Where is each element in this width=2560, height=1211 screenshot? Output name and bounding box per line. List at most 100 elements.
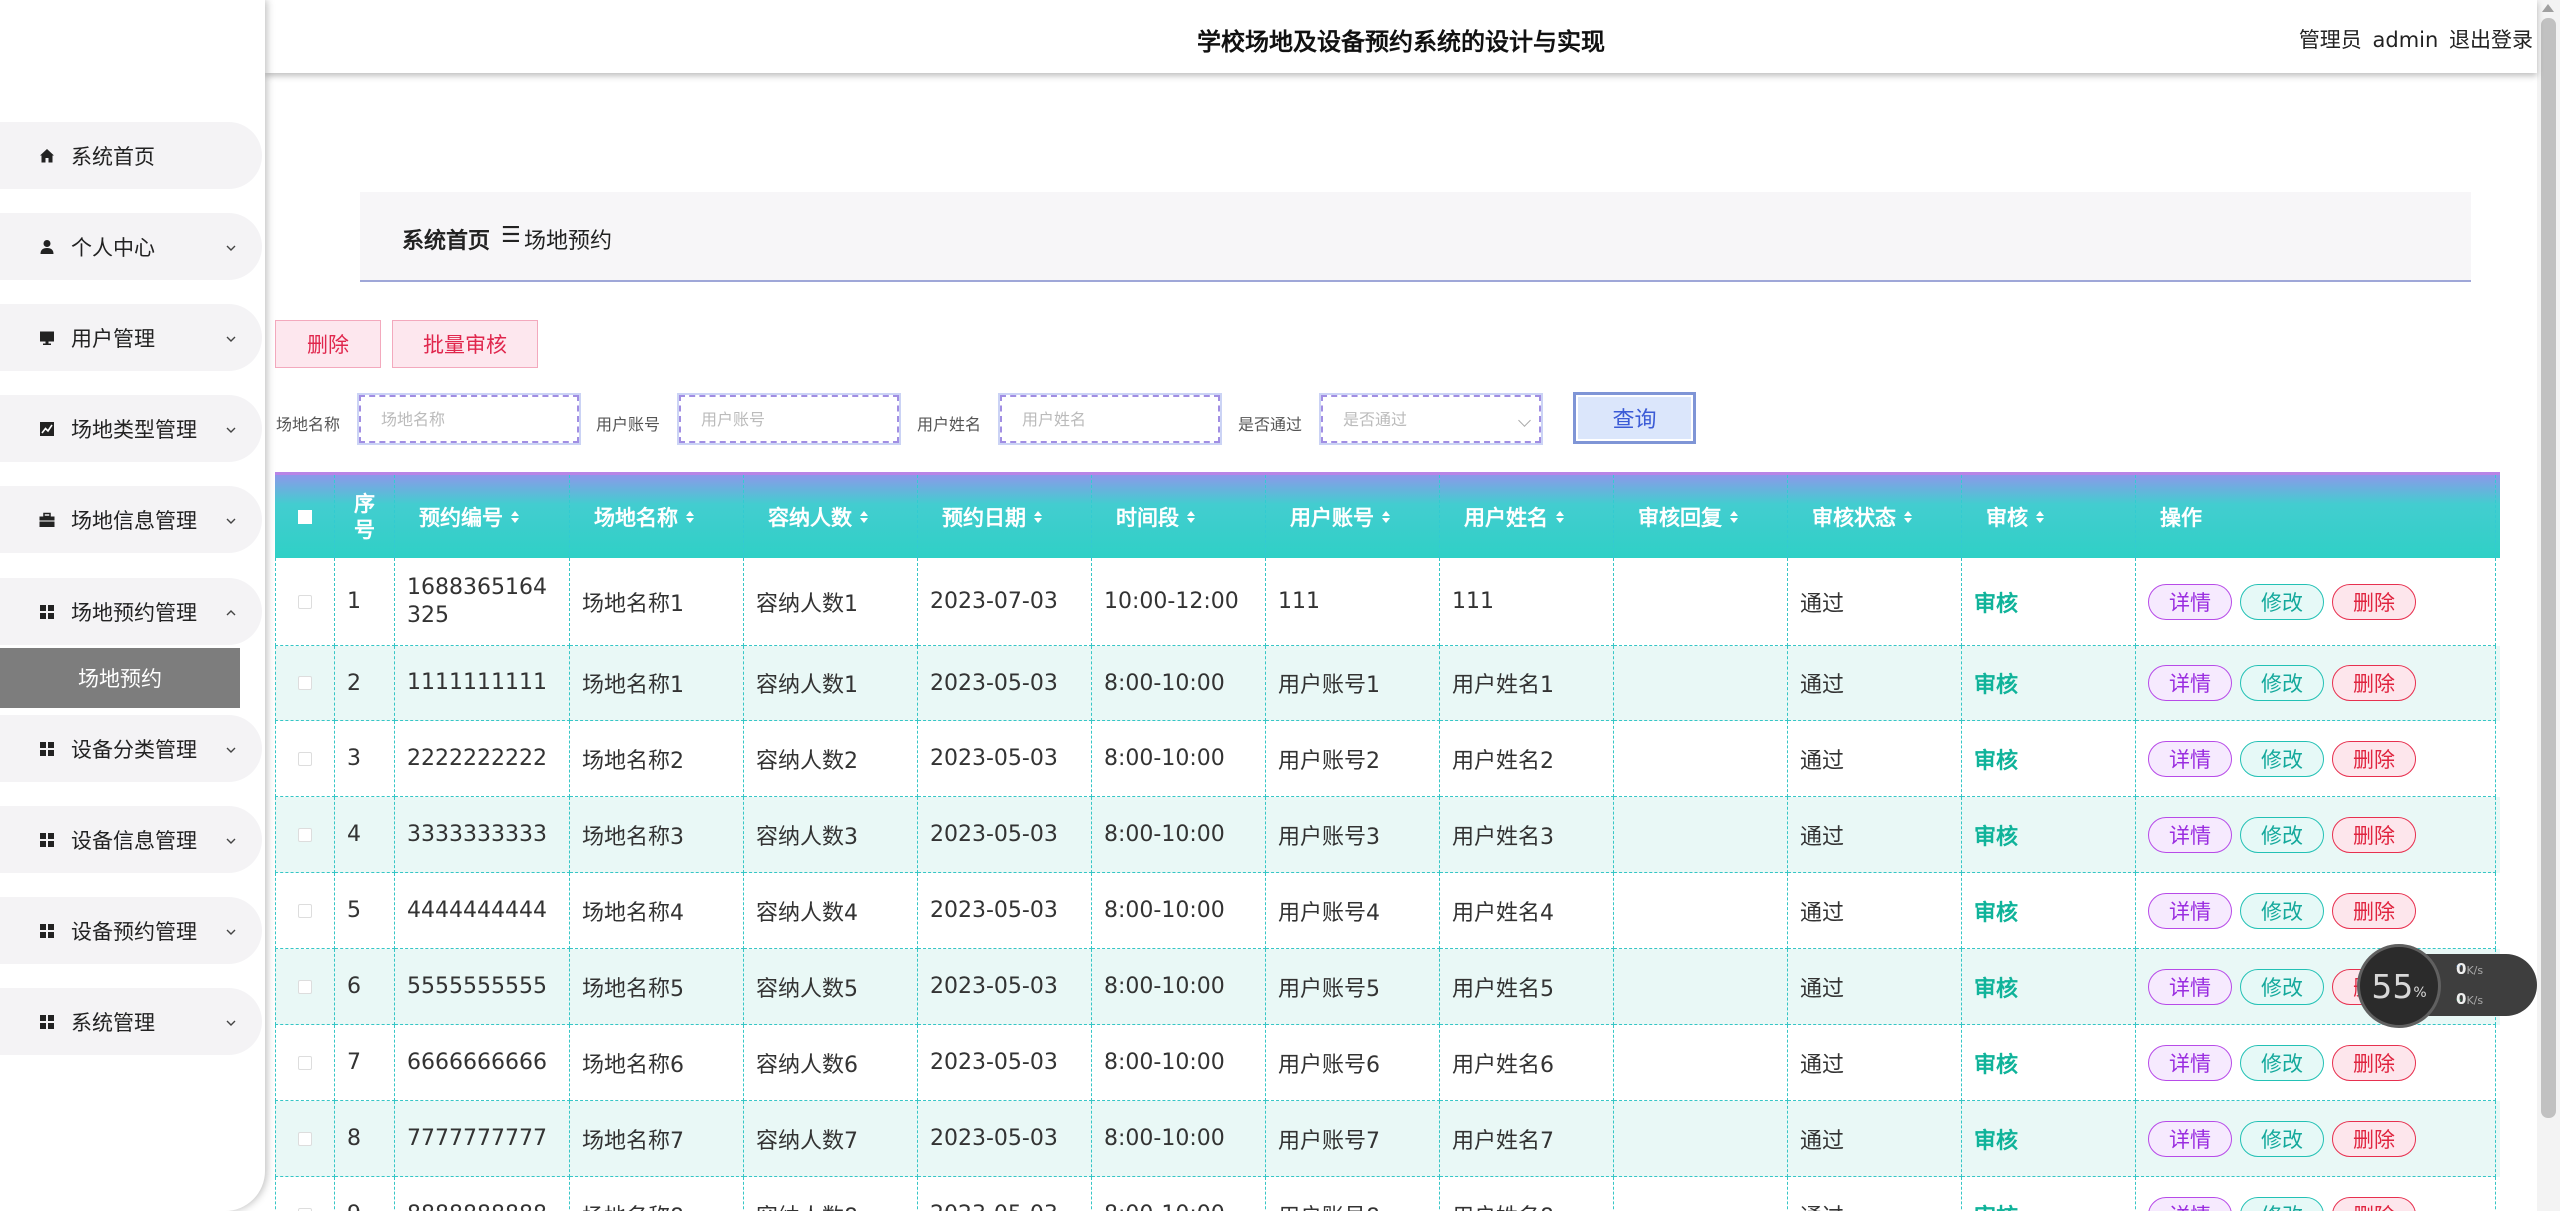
sort-icon[interactable] (1904, 510, 1912, 523)
row-checkbox[interactable] (298, 979, 312, 994)
audit-link[interactable]: 审核 (1974, 971, 2018, 1003)
edit-button[interactable]: 修改 (2240, 1044, 2324, 1081)
audit-link[interactable]: 审核 (1974, 1123, 2018, 1155)
audit-link[interactable]: 审核 (1974, 895, 2018, 927)
row-delete-button[interactable]: 删除 (2332, 1044, 2416, 1081)
row-delete-button[interactable]: 删除 (2332, 665, 2416, 701)
nav-device-category-management[interactable]: 设备分类管理 (0, 715, 262, 782)
nav-personal-center[interactable]: 个人中心 (0, 213, 262, 280)
nav-device-info-management[interactable]: 设备信息管理 (0, 806, 262, 873)
chevron-graphic (226, 518, 236, 524)
audit-link[interactable]: 审核 (1974, 1199, 2018, 1211)
detail-button[interactable]: 详情 (2148, 816, 2232, 853)
nav-user-management[interactable]: 用户管理 (0, 304, 262, 371)
row-checkbox[interactable] (298, 676, 312, 690)
logout-link[interactable]: 退出登录 (2449, 28, 2533, 52)
detail-button[interactable]: 详情 (2148, 583, 2232, 620)
row-delete-button[interactable]: 删除 (2332, 1120, 2416, 1157)
column-header-status[interactable]: 审核状态 (1788, 475, 1962, 558)
sort-icon[interactable] (1187, 510, 1195, 523)
edit-button[interactable]: 修改 (2240, 1196, 2324, 1211)
name-input[interactable] (1000, 395, 1220, 443)
row-delete-button[interactable]: 删除 (2332, 892, 2416, 929)
column-header-capacity[interactable]: 容纳人数 (744, 475, 918, 558)
cell-text: 5555555555 (407, 973, 547, 999)
edit-button[interactable]: 修改 (2240, 816, 2324, 853)
detail-button[interactable]: 详情 (2148, 1044, 2232, 1081)
sort-icon[interactable] (511, 510, 519, 523)
row-checkbox[interactable] (298, 827, 312, 842)
select-all-checkbox[interactable] (297, 509, 312, 524)
cell-text: 8:00-10:00 (1104, 898, 1225, 923)
sort-icon[interactable] (1382, 510, 1390, 523)
edit-button[interactable]: 修改 (2240, 892, 2324, 929)
cell-venue: 场地名称3 (570, 797, 744, 873)
account-input[interactable] (679, 395, 899, 443)
venue-name-input[interactable] (359, 395, 579, 443)
batch-audit-button[interactable]: 批量审核 (392, 320, 538, 368)
row-delete-button[interactable]: 删除 (2332, 1196, 2416, 1211)
nav-system-management[interactable]: 系统管理 (0, 988, 262, 1055)
nav-sub-venue-reservation[interactable]: 场地预约 (0, 648, 240, 708)
sort-icon[interactable] (686, 510, 694, 523)
cell-code: 1688365164325 (395, 558, 570, 646)
delete-button[interactable]: 删除 (275, 320, 381, 368)
column-header-code[interactable]: 预约编号 (395, 475, 570, 558)
upload-speed: 0K/s (2456, 960, 2483, 978)
column-header-audit[interactable]: 审核 (1962, 475, 2136, 558)
edit-button[interactable]: 修改 (2240, 968, 2324, 1005)
row-delete-button[interactable]: 删除 (2332, 816, 2416, 853)
column-header-venue[interactable]: 场地名称 (570, 475, 744, 558)
nav-venue-type-management[interactable]: 场地类型管理 (0, 395, 262, 462)
column-header-date[interactable]: 预约日期 (918, 475, 1092, 558)
query-button[interactable]: 查询 (1573, 392, 1696, 444)
nav-venue-info-management[interactable]: 场地信息管理 (0, 486, 262, 553)
scroll-up-arrow-icon[interactable] (2542, 4, 2554, 12)
column-header-no[interactable]: 序号 (335, 475, 395, 558)
detail-button[interactable]: 详情 (2148, 665, 2232, 701)
column-header-account[interactable]: 用户账号 (1266, 475, 1440, 558)
audit-link[interactable]: 审核 (1974, 743, 2018, 775)
edit-button[interactable]: 修改 (2240, 665, 2324, 701)
detail-button[interactable]: 详情 (2148, 892, 2232, 929)
row-checkbox[interactable] (298, 903, 312, 918)
sort-icon[interactable] (2036, 510, 2044, 523)
row-delete-button[interactable]: 删除 (2332, 740, 2416, 777)
nav-home[interactable]: 系统首页 (0, 122, 262, 189)
cell-text: 用户姓名5 (1452, 976, 1554, 1002)
sort-icon[interactable] (1556, 510, 1564, 523)
detail-button[interactable]: 详情 (2148, 1120, 2232, 1157)
audit-link[interactable]: 审核 (1974, 819, 2018, 851)
network-speed-widget[interactable]: 55% ↑ 0K/s ↓ 0K/s (2357, 944, 2537, 1028)
edit-button[interactable]: 修改 (2240, 1120, 2324, 1157)
detail-button[interactable]: 详情 (2148, 1196, 2232, 1211)
edit-button[interactable]: 修改 (2240, 583, 2324, 620)
chevron-graphic (226, 245, 236, 251)
row-checkbox[interactable] (298, 1055, 312, 1070)
nav-venue-reservation-management[interactable]: 场地预约管理 (0, 578, 262, 645)
row-delete-button[interactable]: 删除 (2332, 583, 2416, 620)
column-header-reply[interactable]: 审核回复 (1614, 475, 1788, 558)
row-checkbox[interactable] (298, 594, 312, 609)
passed-select[interactable] (1321, 395, 1541, 443)
audit-link[interactable]: 审核 (1974, 667, 2018, 699)
row-checkbox[interactable] (298, 751, 312, 766)
scrollbar-thumb[interactable] (2541, 18, 2556, 1118)
breadcrumb-home[interactable]: 系统首页 (402, 223, 490, 255)
cell-code: 5555555555 (395, 949, 570, 1025)
sort-icon[interactable] (1730, 510, 1738, 523)
cell-ops: 详情修改删除 (2136, 1177, 2496, 1211)
edit-button[interactable]: 修改 (2240, 740, 2324, 777)
row-checkbox[interactable] (298, 1131, 312, 1146)
column-header-name[interactable]: 用户姓名 (1440, 475, 1614, 558)
row-checkbox[interactable] (298, 1207, 312, 1211)
sort-icon[interactable] (1034, 510, 1042, 523)
audit-link[interactable]: 审核 (1974, 1047, 2018, 1079)
column-header-slot[interactable]: 时间段 (1092, 475, 1266, 558)
audit-link[interactable]: 审核 (1974, 586, 2018, 618)
table-row: 2 1111111111 场地名称1 容纳人数1 2023-05-03 8:00-10:0… (275, 646, 2500, 721)
detail-button[interactable]: 详情 (2148, 968, 2232, 1005)
nav-device-reservation-management[interactable]: 设备预约管理 (0, 897, 262, 964)
detail-button[interactable]: 详情 (2148, 740, 2232, 777)
sort-icon[interactable] (860, 510, 868, 523)
